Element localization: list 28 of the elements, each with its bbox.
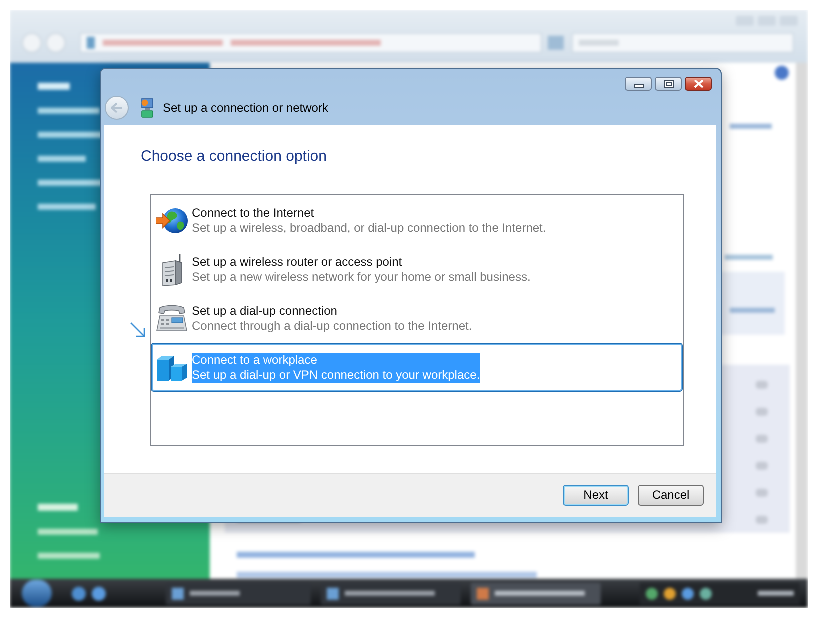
router-icon	[161, 254, 183, 286]
connection-option[interactable]: Set up a wireless router or access point Set up a new wireless network for your home or small business.	[151, 245, 683, 294]
connection-option[interactable]: Connect to the Internet Set up a wireless, broadband, or dial-up connection to the Internet.	[151, 196, 683, 245]
office-buildings-icon	[156, 354, 188, 382]
option-description: Set up a wireless, broadband, or dial-up connection to the Internet.	[192, 220, 546, 236]
minimize-button[interactable]	[625, 77, 652, 91]
dialog-button[interactable]: Next	[563, 485, 629, 506]
option-title: Connect to the Internet	[192, 206, 316, 220]
telephone-icon	[156, 304, 188, 332]
minimize-icon	[634, 84, 644, 88]
close-button[interactable]	[685, 77, 712, 91]
maximize-icon	[664, 80, 674, 88]
dialog-title: Set up a connection or network	[163, 100, 328, 117]
option-title: Set up a wireless router or access point	[192, 254, 404, 270]
dialog-heading: Choose a connection option	[141, 147, 327, 167]
globe-arrow-icon	[156, 208, 188, 234]
option-title: Connect to a workplace	[192, 352, 480, 368]
option-description: Set up a dial-up or VPN connection to your workplace.	[192, 368, 480, 382]
connection-option[interactable]: Set up a dial-up connection Connect through a dial-up connection to the Internet.	[151, 294, 683, 343]
option-description: Connect through a dial-up connection to the Internet.	[192, 318, 472, 334]
maximize-button[interactable]	[655, 77, 682, 91]
network-icon	[140, 98, 155, 118]
arrow-left-icon	[111, 103, 123, 113]
option-title: Set up a dial-up connection	[192, 304, 338, 318]
close-icon	[694, 80, 704, 88]
pointer-arrow-icon	[130, 322, 146, 338]
dialog-button[interactable]: Cancel	[638, 485, 704, 506]
option-description: Set up a new wireless network for your home or small business.	[192, 270, 531, 284]
